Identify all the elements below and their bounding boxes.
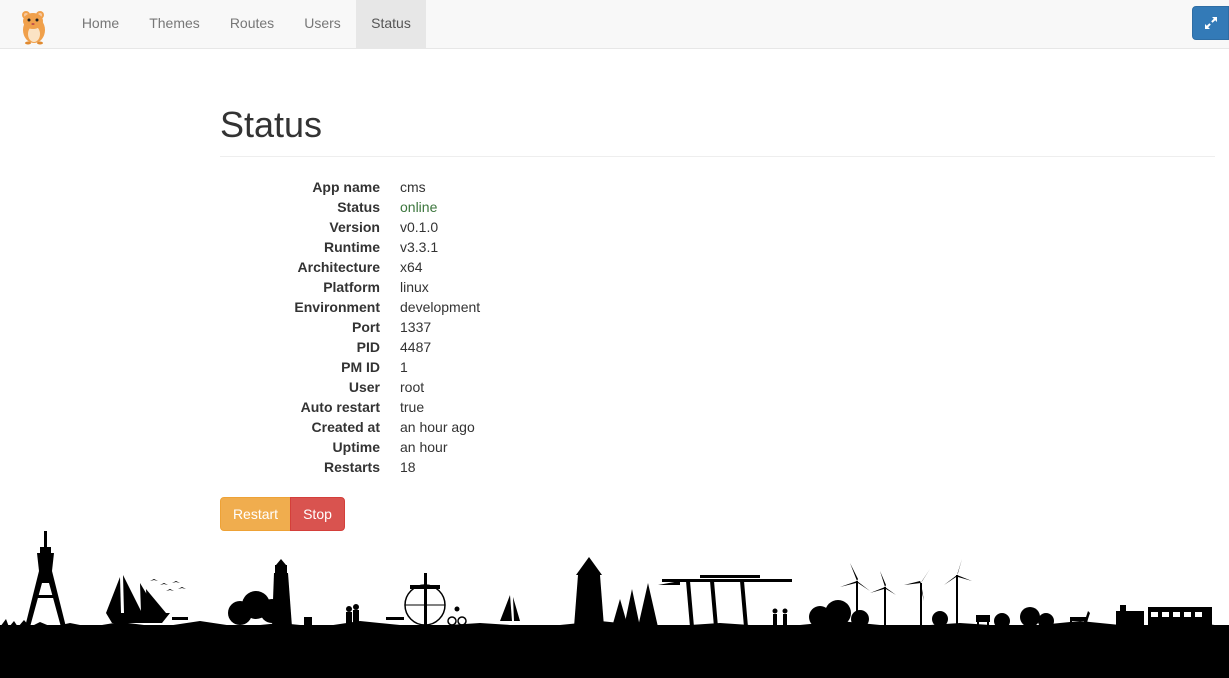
- info-label: Architecture: [297, 259, 380, 275]
- info-label: PID: [356, 339, 380, 355]
- info-value: cms: [400, 179, 426, 195]
- info-row-runtime: Runtime v3.3.1: [220, 237, 620, 257]
- page-title: Status: [220, 104, 323, 145]
- fullscreen-button[interactable]: [1192, 6, 1229, 40]
- info-row-environment: Environment development: [220, 297, 620, 317]
- info-label: PM ID: [341, 359, 380, 375]
- info-value: 18: [400, 459, 416, 475]
- nav-status-label: Status: [371, 15, 411, 31]
- info-value: development: [400, 299, 481, 315]
- title-divider: [220, 156, 1215, 157]
- nav-status[interactable]: Status: [356, 0, 426, 48]
- info-value: 4487: [400, 339, 432, 355]
- info-value: v0.1.0: [400, 219, 439, 235]
- info-label: Environment: [294, 299, 380, 315]
- info-label: Auto restart: [300, 399, 380, 415]
- info-label: Version: [329, 219, 380, 235]
- info-value: an hour ago: [400, 419, 475, 435]
- info-label: Runtime: [324, 239, 380, 255]
- expand-icon: [1205, 17, 1217, 29]
- info-label: Platform: [323, 279, 380, 295]
- info-row-pid: PID 4487: [220, 337, 620, 357]
- nav-home[interactable]: Home: [68, 0, 133, 48]
- hamster-logo-icon[interactable]: [13, 3, 53, 45]
- info-label: App name: [312, 179, 380, 195]
- top-navbar: Home Themes Routes Users Status: [0, 0, 1229, 49]
- info-label: Uptime: [332, 439, 380, 455]
- skyline-illustration: [0, 531, 1229, 678]
- info-label: Status: [337, 199, 380, 215]
- info-value: 1337: [400, 319, 432, 335]
- info-value: an hour: [400, 439, 448, 455]
- info-row-auto-restart: Auto restart true: [220, 397, 620, 417]
- info-row-status: Status online: [220, 197, 620, 217]
- info-row-version: Version v0.1.0: [220, 217, 620, 237]
- info-value: root: [400, 379, 425, 395]
- info-label: User: [348, 379, 380, 395]
- info-label: Created at: [311, 419, 380, 435]
- info-value: 1: [400, 359, 408, 375]
- info-row-architecture: Architecture x64: [220, 257, 620, 277]
- info-value: linux: [400, 279, 429, 295]
- info-label: Restarts: [323, 459, 380, 475]
- info-row-restarts: Restarts 18: [220, 457, 620, 477]
- nav-themes-label: Themes: [149, 15, 200, 31]
- nav-themes[interactable]: Themes: [134, 0, 215, 48]
- status-info-list: App name cms Status online Version v0.1.0 R…: [220, 177, 620, 477]
- nav-users[interactable]: Users: [289, 0, 356, 48]
- info-row-created-at: Created at an hour ago: [220, 417, 620, 437]
- nav-home-label: Home: [81, 15, 120, 31]
- info-row-port: Port 1337: [220, 317, 620, 337]
- status-online-value: online: [400, 199, 438, 215]
- info-label: Port: [352, 319, 380, 335]
- nav-routes[interactable]: Routes: [215, 0, 289, 48]
- info-value: v3.3.1: [400, 239, 439, 255]
- info-row-uptime: Uptime an hour: [220, 437, 620, 457]
- info-row-platform: Platform linux: [220, 277, 620, 297]
- info-value: true: [400, 399, 425, 415]
- nav-users-label: Users: [304, 15, 341, 31]
- info-row-app-name: App name cms: [220, 177, 620, 197]
- nav-routes-label: Routes: [229, 15, 275, 31]
- info-row-pm-id: PM ID 1: [220, 357, 620, 377]
- info-row-user: User root: [220, 377, 620, 397]
- info-value: x64: [400, 259, 423, 275]
